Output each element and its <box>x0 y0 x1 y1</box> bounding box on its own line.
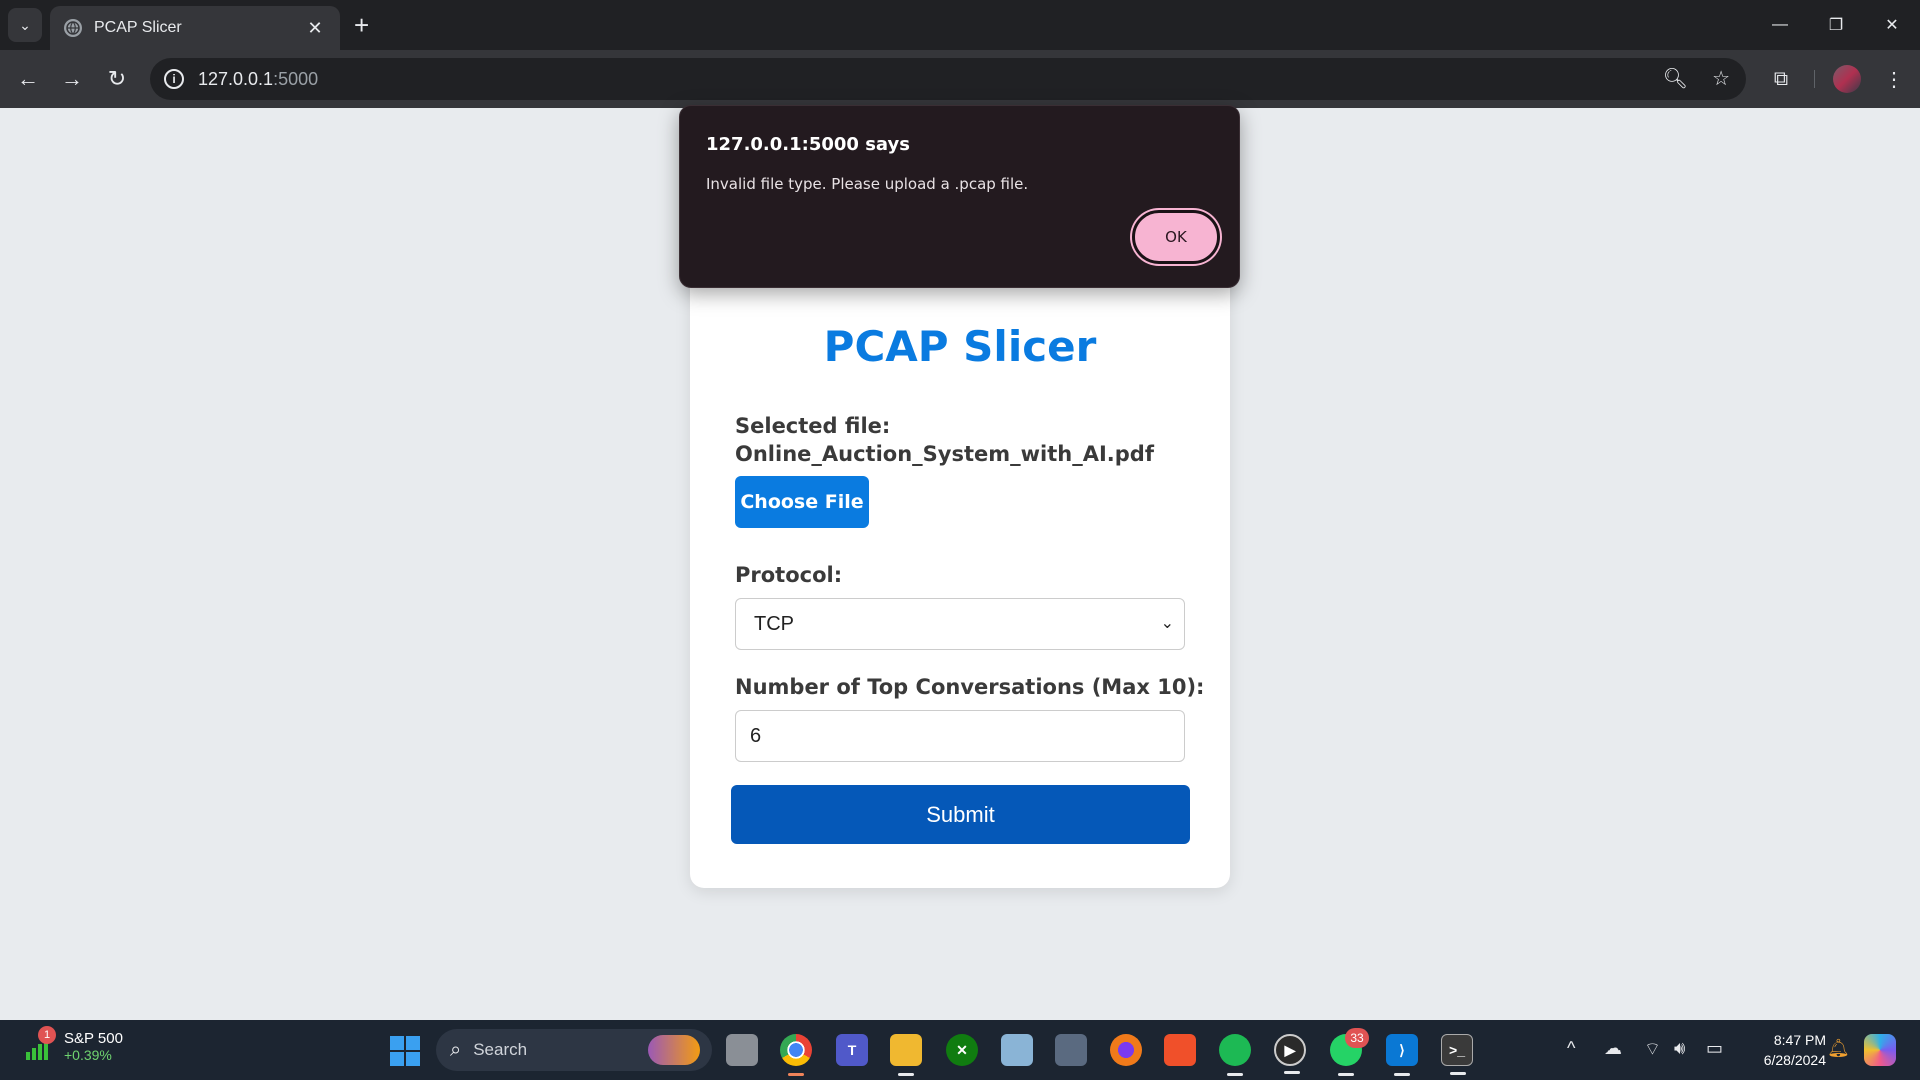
address-bar[interactable]: i 127.0.0.1 :5000 🔍︎ ☆ <box>150 58 1746 100</box>
volume-icon[interactable]: 🔊︎ <box>1674 1038 1685 1059</box>
page-title: PCAP Slicer <box>823 322 1097 371</box>
taskbar-search[interactable]: ⌕ Search <box>436 1029 712 1071</box>
back-arrow-icon[interactable]: ← <box>12 63 44 95</box>
windows-start-icon[interactable] <box>390 1036 420 1066</box>
stock-change: +0.39% <box>64 1047 112 1063</box>
choose-file-button[interactable]: Choose File <box>735 476 869 528</box>
globe-icon <box>64 19 82 37</box>
clock-date: 6/28/2024 <box>1763 1052 1826 1068</box>
profile-avatar[interactable] <box>1833 65 1861 93</box>
protocol-selected-value: TCP <box>754 612 794 635</box>
top-conversations-input[interactable]: 6 <box>735 710 1185 762</box>
stock-name: S&P 500 <box>64 1030 123 1047</box>
alert-dialog: 127.0.0.1:5000 says Invalid file type. P… <box>679 105 1240 288</box>
spotify-icon[interactable] <box>1219 1034 1251 1076</box>
tab-close-icon[interactable]: ✕ <box>304 18 326 39</box>
chevron-up-icon[interactable]: ^ <box>1567 1038 1575 1059</box>
submit-button[interactable]: Submit <box>731 785 1190 844</box>
dialog-message: Invalid file type. Please upload a .pcap… <box>706 175 1029 193</box>
copilot-icon[interactable] <box>1864 1034 1896 1066</box>
chevron-down-icon: ⌄ <box>19 16 31 33</box>
firefox-icon[interactable] <box>1110 1034 1142 1066</box>
system-clock[interactable]: 8:47 PM 6/28/2024 <box>1764 1030 1826 1070</box>
battery-icon[interactable]: ▭ <box>1706 1038 1723 1059</box>
xbox-icon[interactable]: ✕ <box>946 1034 978 1066</box>
browser-toolbar: ← → ↻ i 127.0.0.1 :5000 🔍︎ ☆ ⧉ ⋮ <box>0 50 1920 108</box>
zoom-icon[interactable]: 🔍︎ <box>1663 66 1688 91</box>
stock-widget[interactable]: 1 S&P 500 +0.39% <box>24 1025 123 1063</box>
task-view-icon[interactable] <box>726 1034 758 1066</box>
teams-icon[interactable]: T <box>836 1034 868 1066</box>
toolbar-divider <box>1814 70 1815 88</box>
url-host: 127.0.0.1 <box>198 68 274 89</box>
site-info-icon[interactable]: i <box>164 69 184 89</box>
pcap-slicer-card: PCAP Slicer Selected file: Online_Auctio… <box>690 270 1230 888</box>
bookmark-star-icon[interactable]: ☆ <box>1712 66 1730 91</box>
tab-search-button[interactable]: ⌄ <box>8 8 42 42</box>
omnibox-actions: 🔍︎ ☆ <box>1663 66 1730 91</box>
top-conversations-value: 6 <box>750 724 762 747</box>
new-tab-button[interactable]: + <box>354 12 369 38</box>
dialog-ok-button[interactable]: OK <box>1132 210 1220 264</box>
search-highlight-image <box>648 1035 700 1065</box>
window-controls: — ❐ ✕ <box>1752 0 1920 50</box>
browser-tab-bar: ⌄ PCAP Slicer ✕ + — ❐ ✕ <box>0 0 1920 50</box>
search-icon: ⌕ <box>450 1038 462 1061</box>
chevron-down-icon: ⌄ <box>1160 615 1174 632</box>
notification-bell-icon[interactable]: 🔔︎ <box>1827 1038 1850 1059</box>
stock-chart-icon: 1 <box>24 1025 56 1062</box>
selected-file-name: Online_Auction_System_with_AI.pdf <box>735 442 1154 466</box>
reload-icon[interactable]: ↻ <box>101 63 133 95</box>
tab-title: PCAP Slicer <box>94 19 182 36</box>
minimize-icon[interactable]: — <box>1752 0 1808 50</box>
whatsapp-badge: 33 <box>1345 1028 1369 1048</box>
wifi-icon[interactable]: ⌔ <box>1644 1038 1661 1061</box>
vscode-icon[interactable]: ⟩ <box>1386 1034 1418 1076</box>
file-explorer-icon[interactable] <box>890 1034 922 1076</box>
dialog-title: 127.0.0.1:5000 says <box>706 134 910 155</box>
extensions-icon[interactable]: ⧉ <box>1765 63 1797 95</box>
brave-icon[interactable] <box>1164 1034 1196 1066</box>
restore-icon[interactable]: ❐ <box>1808 0 1864 50</box>
terminal-icon[interactable]: >_ <box>1441 1034 1473 1075</box>
onedrive-cloud-icon[interactable]: ☁ <box>1604 1038 1622 1059</box>
stock-notification-badge: 1 <box>38 1025 56 1044</box>
selected-file-label: Selected file: <box>735 414 891 438</box>
top-conversations-label: Number of Top Conversations (Max 10): <box>735 675 1205 699</box>
close-window-icon[interactable]: ✕ <box>1864 0 1920 50</box>
app-icon-2[interactable] <box>1055 1034 1087 1066</box>
media-player-icon[interactable]: ▶ <box>1274 1034 1306 1074</box>
taskbar-search-text: Search <box>473 1040 528 1059</box>
clock-time: 8:47 PM <box>1773 1032 1826 1048</box>
browser-tab[interactable]: PCAP Slicer ✕ <box>50 6 340 50</box>
chrome-icon[interactable] <box>780 1034 812 1076</box>
app-icon[interactable] <box>1001 1034 1033 1066</box>
protocol-select[interactable]: TCP ⌄ <box>735 598 1185 650</box>
protocol-label: Protocol: <box>735 563 843 587</box>
menu-kebab-icon[interactable]: ⋮ <box>1878 63 1910 95</box>
windows-taskbar: 1 S&P 500 +0.39% ⌕ Search T ✕ ▶ 33 ⟩ >_ … <box>0 1020 1920 1080</box>
forward-arrow-icon[interactable]: → <box>56 63 88 95</box>
url-port: :5000 <box>273 68 319 89</box>
